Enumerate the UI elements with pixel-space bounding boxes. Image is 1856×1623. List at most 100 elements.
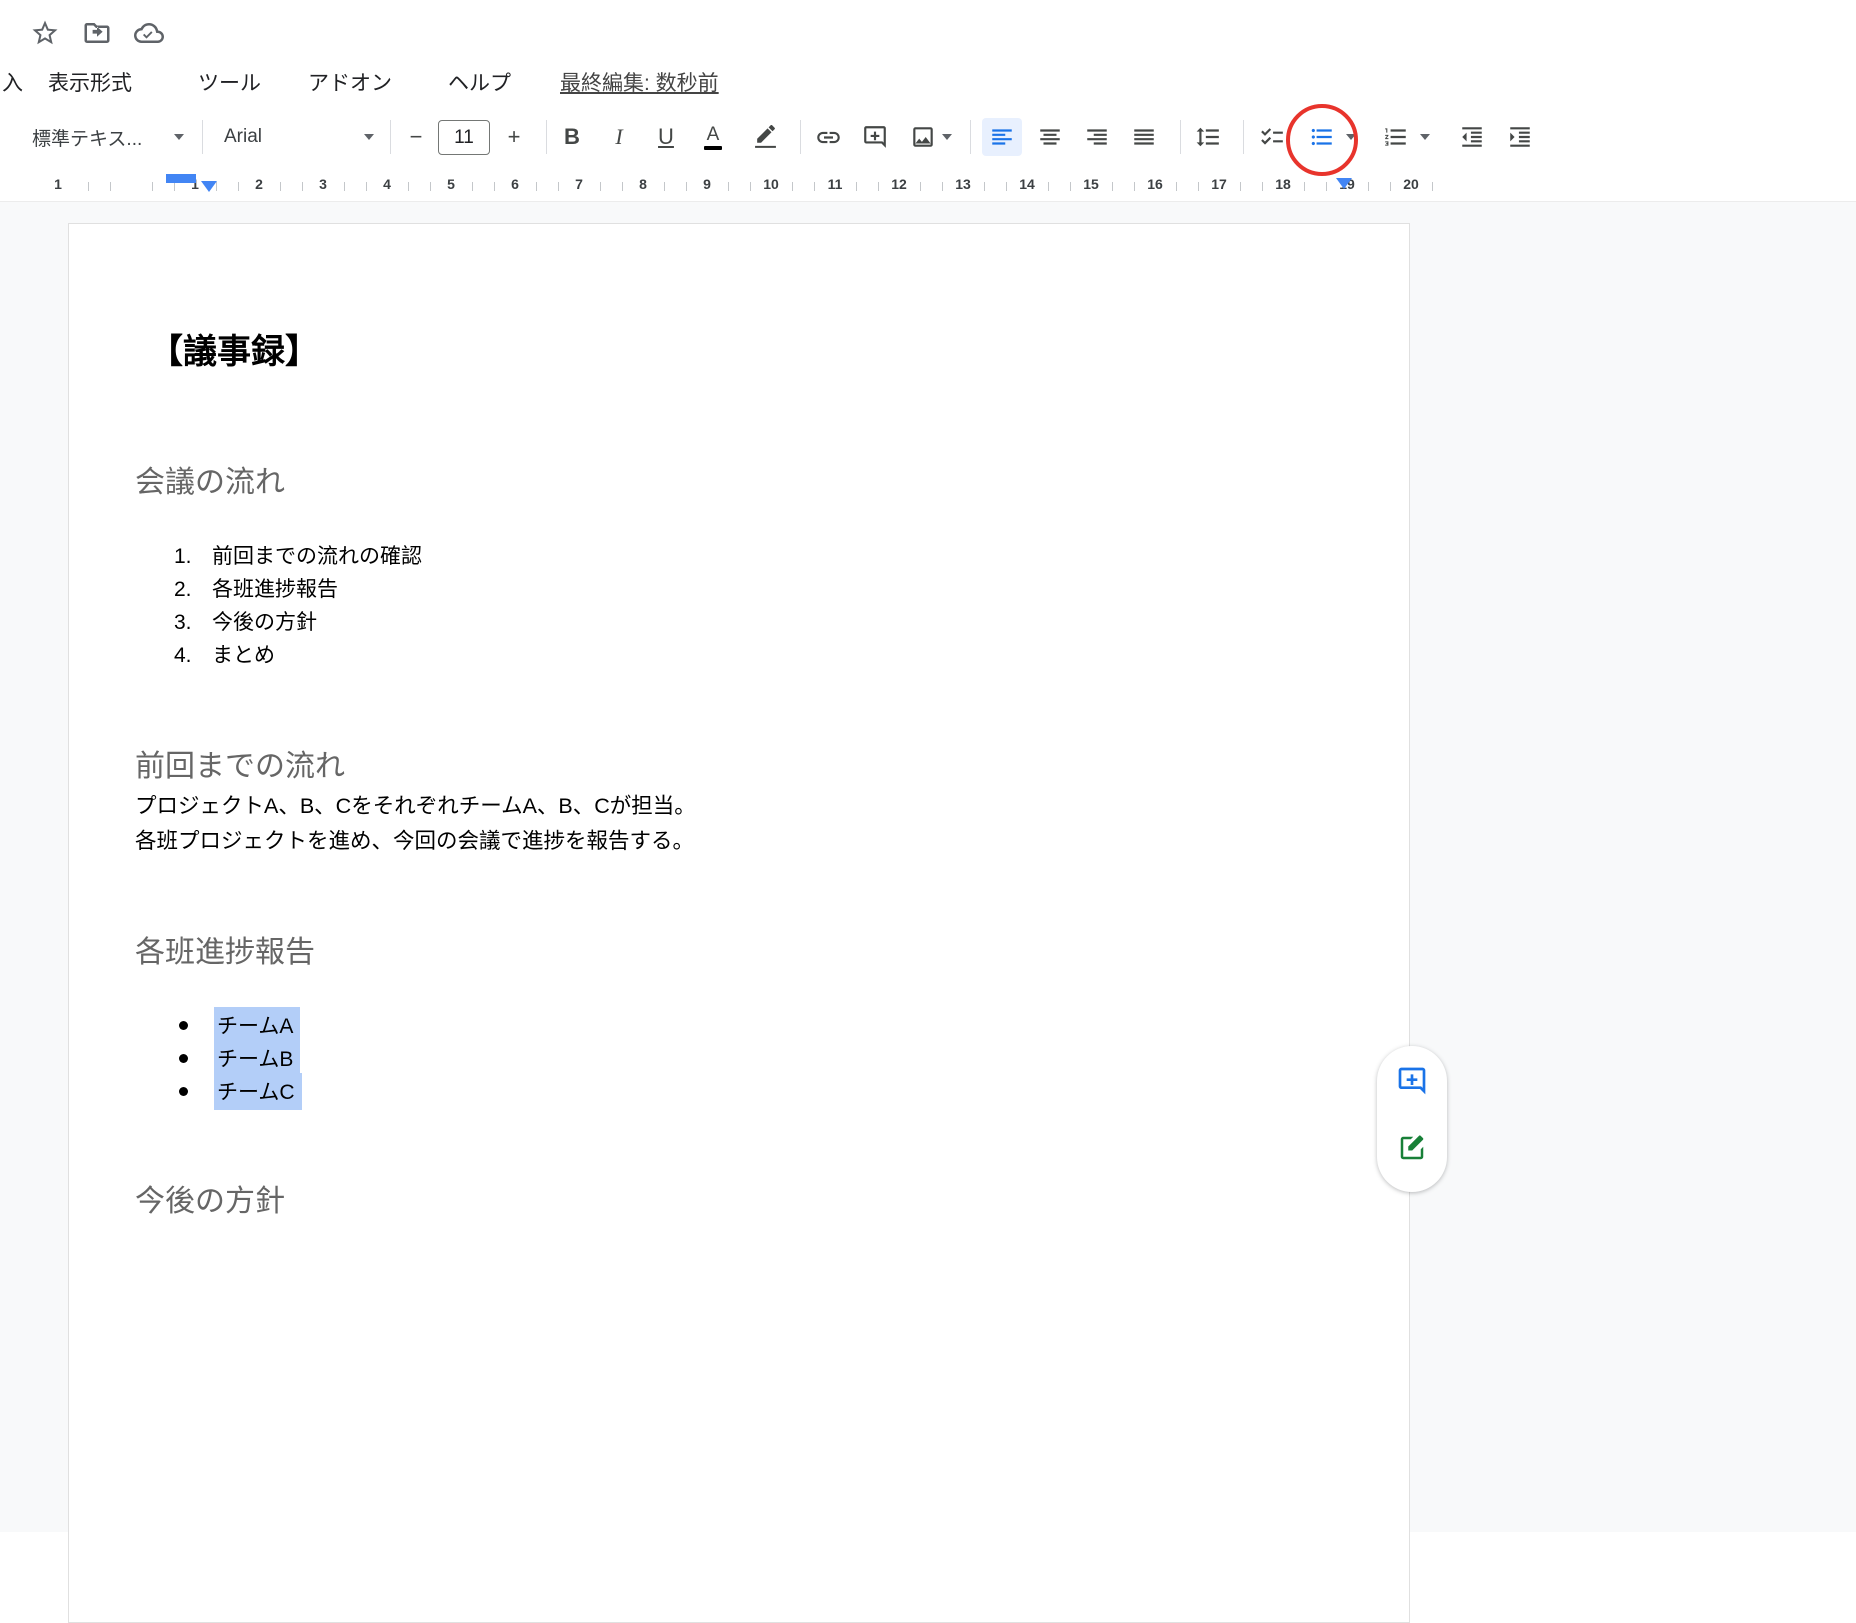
ruler-tick — [110, 182, 111, 191]
ruler-number: 15 — [1083, 176, 1099, 192]
underline-icon: U — [658, 126, 674, 148]
align-justify-button[interactable] — [1124, 118, 1164, 156]
italic-button[interactable]: I — [599, 118, 639, 156]
add-comment-fab-button[interactable] — [1390, 1059, 1434, 1103]
ruler-number: 16 — [1147, 176, 1163, 192]
highlight-icon — [753, 125, 778, 150]
numbered-list-item: 4. まとめ — [174, 639, 275, 669]
numbered-list-button[interactable] — [1376, 118, 1416, 156]
ruler-tick — [1368, 182, 1369, 191]
ruler-tick — [174, 182, 175, 191]
paragraph-style-dropdown[interactable]: 標準テキス... — [22, 118, 194, 156]
line-spacing-button[interactable] — [1188, 118, 1228, 156]
list-text: まとめ — [212, 644, 275, 667]
ruler-tick — [408, 182, 409, 191]
ruler-number: 10 — [763, 176, 779, 192]
bulleted-list-item: チームC — [179, 1073, 302, 1110]
add-comment-icon — [1396, 1065, 1428, 1097]
ruler[interactable]: 1 1234567891011121314151617181920 — [0, 170, 1856, 202]
bulleted-list-options-caret[interactable] — [1346, 134, 1356, 140]
menu-tools[interactable]: ツール — [198, 67, 261, 97]
align-right-button[interactable] — [1077, 118, 1117, 156]
menubar: 入 表示形式 ツール アドオン ヘルプ 最終編集: 数秒前 — [0, 58, 1856, 104]
toolbar-divider — [970, 120, 971, 154]
document-page[interactable]: 【議事録】 会議の流れ 1.前回までの流れの確認 2.各班進捗報告 3.今後の方… — [68, 223, 1410, 1623]
first-line-indent-marker[interactable] — [166, 174, 196, 183]
underline-button[interactable]: U — [646, 118, 686, 156]
decrease-indent-icon — [1459, 124, 1485, 150]
font-size-input[interactable]: 11 — [438, 120, 490, 155]
bullet-icon — [179, 1054, 188, 1063]
ruler-tick — [622, 182, 623, 191]
suggest-edits-icon — [1397, 1133, 1427, 1163]
bold-button[interactable]: B — [552, 118, 592, 156]
italic-icon: I — [615, 126, 622, 148]
ruler-number: 11 — [828, 176, 843, 192]
link-icon — [815, 124, 842, 151]
add-comment-button[interactable] — [855, 118, 895, 156]
ruler-number: 17 — [1211, 176, 1227, 192]
move-folder-icon[interactable] — [80, 16, 114, 50]
font-size-value: 11 — [454, 127, 474, 149]
checklist-icon — [1259, 124, 1285, 150]
menu-addons[interactable]: アドオン — [308, 67, 392, 97]
minus-icon: − — [410, 126, 423, 148]
ruler-tick — [1070, 182, 1071, 191]
ruler-tick — [1198, 182, 1199, 191]
left-indent-marker[interactable] — [201, 181, 217, 192]
insert-image-button[interactable] — [903, 118, 943, 156]
numbered-list-options-caret[interactable] — [1420, 134, 1430, 140]
text-color-button[interactable]: A — [693, 118, 733, 156]
text-color-icon: A — [704, 125, 722, 150]
menu-insert-partial[interactable]: 入 — [2, 67, 23, 97]
ruler-tick — [878, 182, 879, 191]
ruler-tick — [1432, 182, 1433, 191]
cloud-status-icon[interactable] — [132, 16, 166, 50]
ruler-tick — [942, 182, 943, 191]
ruler-tick — [920, 182, 921, 191]
star-icon[interactable] — [28, 16, 62, 50]
checklist-button[interactable] — [1252, 118, 1292, 156]
image-icon — [910, 124, 936, 150]
increase-indent-button[interactable] — [1500, 118, 1540, 156]
insert-link-button[interactable] — [808, 118, 848, 156]
list-marker: 4. — [174, 644, 204, 668]
ruler-tick — [558, 182, 559, 191]
ruler-tick — [1262, 182, 1263, 191]
increase-font-size-button[interactable]: + — [494, 118, 534, 156]
right-indent-marker[interactable] — [1336, 178, 1352, 189]
ruler-number: 12 — [891, 176, 907, 192]
bulleted-list-button[interactable] — [1302, 118, 1342, 156]
ruler-number: 9 — [703, 176, 711, 192]
list-text: 各班進捗報告 — [212, 578, 338, 601]
ruler-tick — [302, 182, 303, 191]
image-options-caret[interactable] — [942, 134, 952, 140]
last-edited-link[interactable]: 最終編集: 数秒前 — [560, 67, 719, 97]
selected-text: チームA — [214, 1007, 300, 1044]
ruler-number: 1 — [54, 176, 62, 192]
ruler-tick — [664, 182, 665, 191]
menu-help[interactable]: ヘルプ — [448, 67, 511, 97]
decrease-font-size-button[interactable]: − — [396, 118, 436, 156]
menu-format[interactable]: 表示形式 — [48, 67, 132, 97]
highlight-color-button[interactable] — [745, 118, 785, 156]
bullet-icon — [179, 1021, 188, 1030]
decrease-indent-button[interactable] — [1452, 118, 1492, 156]
font-family-dropdown[interactable]: Arial — [214, 118, 384, 156]
align-left-button[interactable] — [982, 118, 1022, 156]
ruler-tick — [1048, 182, 1049, 191]
suggest-edits-fab-button[interactable] — [1390, 1126, 1434, 1170]
ruler-tick — [814, 182, 815, 191]
ruler-tick — [472, 182, 473, 191]
align-center-button[interactable] — [1030, 118, 1070, 156]
ruler-tick — [856, 182, 857, 191]
ruler-number: 4 — [383, 176, 391, 192]
align-right-icon — [1084, 124, 1110, 150]
paragraph-style-value: 標準テキス... — [32, 124, 142, 151]
ruler-tick — [984, 182, 985, 191]
document-title: 【議事録】 — [149, 324, 319, 373]
ruler-tick — [88, 182, 89, 191]
align-justify-icon — [1131, 124, 1157, 150]
toolbar-divider — [1243, 120, 1244, 154]
chevron-down-icon — [174, 134, 184, 140]
